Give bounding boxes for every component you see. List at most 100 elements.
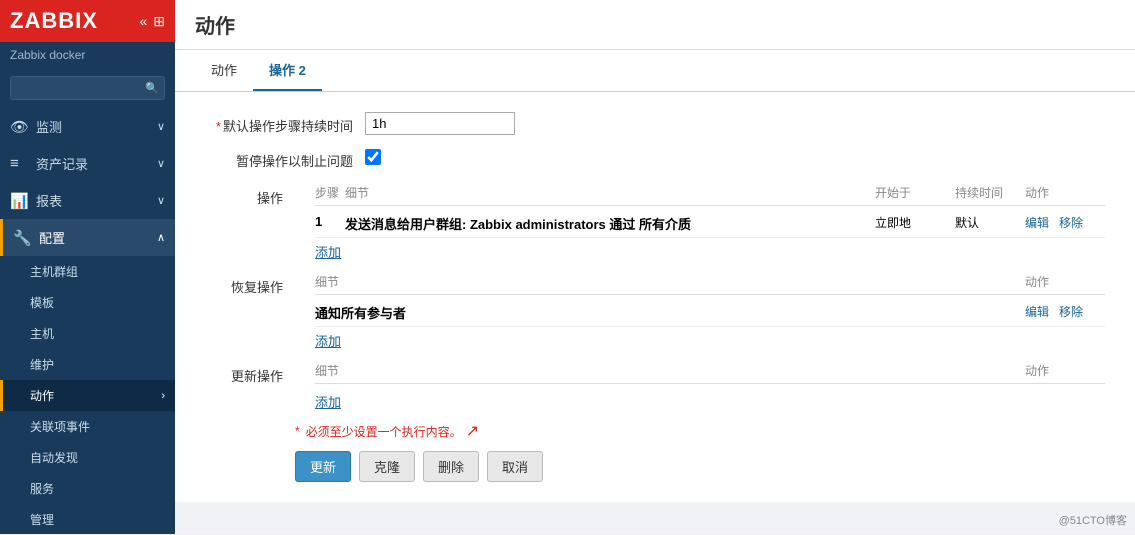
error-message: * 必须至少设置一个执行内容。 ↗ bbox=[295, 421, 1105, 441]
update-label: 更新操作 bbox=[205, 360, 295, 385]
pause-ops-label: 暂停操作以制止问题 bbox=[205, 147, 365, 170]
action-label: 动作 bbox=[30, 387, 54, 404]
default-step-duration-input[interactable] bbox=[365, 112, 515, 135]
action-chevron: › bbox=[161, 390, 165, 402]
update-add-link[interactable]: 添加 bbox=[315, 392, 341, 411]
corr-label: 关联项事件 bbox=[30, 418, 90, 435]
watermark: @51CTO博客 bbox=[1059, 512, 1127, 528]
service-label: 服务 bbox=[30, 480, 54, 497]
operations-content: 步骤 细节 开始于 持续时间 动作 1 发送消息给用户群组: Zabbix ad… bbox=[315, 182, 1105, 261]
recovery-section: 恢复操作 细节 动作 通知所有参与者 编辑 移除 添加 bbox=[205, 271, 1105, 350]
template-label: 模板 bbox=[30, 294, 54, 311]
sidebar-item-label-reports: 报表 bbox=[36, 191, 62, 210]
rcol-detail: 细节 bbox=[315, 273, 1025, 290]
tab-bar: 动作 操作 2 bbox=[175, 50, 1135, 92]
row-detail: 发送消息给用户群组: Zabbix administrators 通过 所有介质 bbox=[345, 214, 875, 233]
collapse-icon[interactable]: « bbox=[139, 13, 147, 29]
error-arrow-icon: ↗ bbox=[466, 421, 479, 441]
update-section: 更新操作 细节 动作 添加 bbox=[205, 360, 1105, 411]
config-chevron: ∧ bbox=[157, 231, 165, 244]
sidebar-sub-admin[interactable]: 管理 bbox=[0, 504, 175, 535]
sidebar-item-assets[interactable]: ≡ 资产记录 ∨ bbox=[0, 145, 175, 182]
col-step: 步骤 bbox=[315, 184, 345, 201]
recovery-label: 恢复操作 bbox=[205, 271, 295, 296]
ops-edit-link[interactable]: 编辑 bbox=[1025, 216, 1049, 230]
sidebar-item-reports[interactable]: 📊 报表 ∨ bbox=[0, 182, 175, 219]
update-header: 细节 动作 bbox=[315, 360, 1105, 384]
rrow-actions: 编辑 移除 bbox=[1025, 303, 1105, 320]
operations-label: 操作 bbox=[205, 182, 295, 207]
recovery-add-link[interactable]: 添加 bbox=[315, 331, 341, 350]
required-star-1: * bbox=[216, 119, 221, 134]
ops-header: 步骤 细节 开始于 持续时间 动作 bbox=[315, 182, 1105, 206]
sidebar-item-label-monitor: 监测 bbox=[36, 117, 62, 136]
recovery-edit-link[interactable]: 编辑 bbox=[1025, 305, 1049, 319]
sidebar-sub-host[interactable]: 主机 bbox=[0, 318, 175, 349]
sidebar-header-icons: « ⊞ bbox=[139, 13, 165, 30]
col-action: 动作 bbox=[1025, 184, 1105, 201]
tab-ops[interactable]: 操作 2 bbox=[253, 50, 322, 91]
page-title: 动作 bbox=[175, 0, 1135, 50]
rrow-detail: 通知所有参与者 bbox=[315, 303, 1025, 322]
clone-button[interactable]: 克隆 bbox=[359, 451, 415, 482]
default-step-row: *默认操作步骤持续时间 bbox=[205, 112, 1105, 135]
update-button[interactable]: 更新 bbox=[295, 451, 351, 482]
hostgroup-label: 主机群组 bbox=[30, 263, 78, 280]
row-start: 立即地 bbox=[875, 214, 955, 231]
form-area: *默认操作步骤持续时间 暂停操作以制止问题 操作 步骤 细节 开始于 持续时间 … bbox=[175, 92, 1135, 502]
pause-checkbox[interactable] bbox=[365, 149, 381, 165]
zabbix-logo: ZABBIX bbox=[10, 8, 98, 34]
monitor-icon: 👁 bbox=[10, 118, 28, 136]
error-star: * bbox=[295, 424, 300, 438]
sidebar-subtitle: Zabbix docker bbox=[0, 42, 175, 68]
sidebar: ZABBIX « ⊞ Zabbix docker 👁 监测 ∨ ≡ 资产记录 ∨… bbox=[0, 0, 175, 534]
monitor-chevron: ∨ bbox=[157, 120, 165, 133]
sidebar-search-area bbox=[0, 68, 175, 108]
pause-checkbox-wrap bbox=[365, 147, 381, 165]
ucol-action: 动作 bbox=[1025, 362, 1105, 379]
sidebar-sub-template[interactable]: 模板 bbox=[0, 287, 175, 318]
sidebar-item-monitor[interactable]: 👁 监测 ∨ bbox=[0, 108, 175, 145]
sidebar-item-config[interactable]: 🔧 配置 ∧ bbox=[0, 219, 175, 256]
delete-button[interactable]: 删除 bbox=[423, 451, 479, 482]
config-icon: 🔧 bbox=[13, 229, 31, 247]
ops-add-link[interactable]: 添加 bbox=[315, 242, 341, 261]
default-step-label: *默认操作步骤持续时间 bbox=[205, 112, 365, 135]
reports-icon: 📊 bbox=[10, 192, 28, 210]
host-label: 主机 bbox=[30, 325, 54, 342]
row-duration: 默认 bbox=[955, 214, 1025, 231]
sidebar-sub-hostgroup[interactable]: 主机群组 bbox=[0, 256, 175, 287]
sidebar-header: ZABBIX « ⊞ bbox=[0, 0, 175, 42]
sidebar-sub-discovery[interactable]: 自动发现 bbox=[0, 442, 175, 473]
sidebar-item-label-assets: 资产记录 bbox=[36, 154, 88, 173]
pause-ops-row: 暂停操作以制止问题 bbox=[205, 147, 1105, 170]
sidebar-item-label-config: 配置 bbox=[39, 228, 65, 247]
ucol-detail: 细节 bbox=[315, 362, 1025, 379]
grid-icon[interactable]: ⊞ bbox=[153, 13, 165, 30]
col-detail: 细节 bbox=[345, 184, 875, 201]
error-text: 必须至少设置一个执行内容。 bbox=[306, 423, 462, 440]
table-row: 通知所有参与者 编辑 移除 bbox=[315, 299, 1105, 327]
maintenance-label: 维护 bbox=[30, 356, 54, 373]
sidebar-sub-action[interactable]: 动作 › bbox=[0, 380, 175, 411]
discovery-label: 自动发现 bbox=[30, 449, 78, 466]
search-input[interactable] bbox=[10, 76, 165, 100]
recovery-header: 细节 动作 bbox=[315, 271, 1105, 295]
ops-remove-link[interactable]: 移除 bbox=[1059, 216, 1083, 230]
reports-chevron: ∨ bbox=[157, 194, 165, 207]
update-content: 细节 动作 添加 bbox=[315, 360, 1105, 411]
admin-label: 管理 bbox=[30, 511, 54, 528]
sidebar-sub-service[interactable]: 服务 bbox=[0, 473, 175, 504]
recovery-remove-link[interactable]: 移除 bbox=[1059, 305, 1083, 319]
recovery-content: 细节 动作 通知所有参与者 编辑 移除 添加 bbox=[315, 271, 1105, 350]
col-start: 开始于 bbox=[875, 184, 955, 201]
cancel-button[interactable]: 取消 bbox=[487, 451, 543, 482]
sidebar-sub-maintenance[interactable]: 维护 bbox=[0, 349, 175, 380]
rcol-action: 动作 bbox=[1025, 273, 1105, 290]
col-duration: 持续时间 bbox=[955, 184, 1025, 201]
action-buttons: 更新 克隆 删除 取消 bbox=[295, 451, 1105, 482]
assets-chevron: ∨ bbox=[157, 157, 165, 170]
sidebar-sub-corr[interactable]: 关联项事件 bbox=[0, 411, 175, 442]
tab-action[interactable]: 动作 bbox=[195, 50, 253, 91]
main-panel: 动作 动作 操作 2 *默认操作步骤持续时间 暂停操作以制止问题 操作 bbox=[175, 0, 1135, 534]
